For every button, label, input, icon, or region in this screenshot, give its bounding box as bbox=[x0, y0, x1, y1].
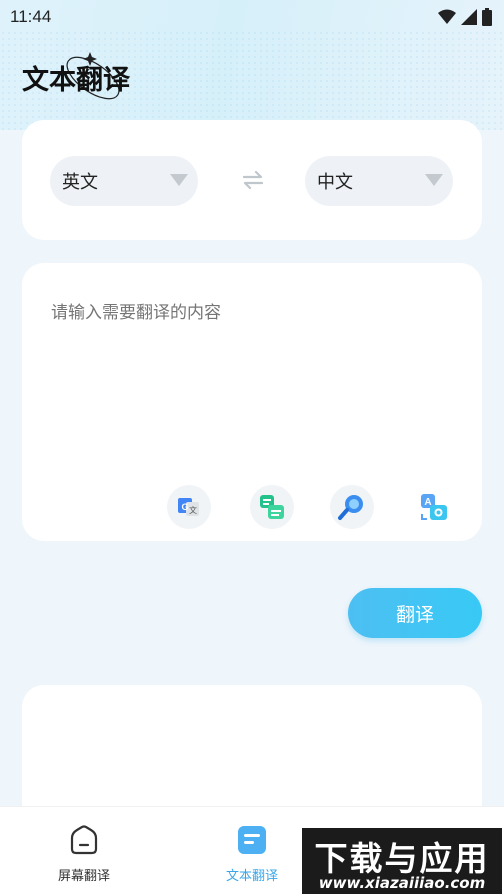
svg-text:G: G bbox=[181, 502, 188, 512]
search-button[interactable] bbox=[330, 485, 374, 529]
target-language-select[interactable]: 中文 bbox=[305, 156, 453, 206]
image-translate-icon: A bbox=[421, 494, 447, 520]
text-tab-icon bbox=[238, 826, 266, 854]
tab-text-translate-label: 文本翻译 bbox=[225, 869, 278, 884]
source-language-select[interactable]: 英文 bbox=[50, 156, 198, 206]
image-translate-button[interactable]: A bbox=[412, 485, 456, 529]
page-title: 文本翻译 bbox=[22, 65, 130, 96]
watermark: 下载与应用 www.xiazaiiiao.com bbox=[300, 826, 504, 896]
signal-icon bbox=[461, 9, 477, 25]
language-selector-card: 英文 中文 bbox=[22, 120, 482, 240]
search-icon bbox=[338, 495, 363, 520]
tab-screen-translate-label: 屏幕翻译 bbox=[57, 869, 110, 884]
status-time: 11:44 bbox=[10, 7, 52, 26]
input-card: G 文 A bbox=[22, 263, 482, 541]
tab-text-translate[interactable]: 文本翻译 bbox=[202, 825, 302, 884]
text-compare-button[interactable] bbox=[250, 485, 294, 529]
chevron-down-icon bbox=[170, 174, 188, 186]
translate-button[interactable]: 翻译 bbox=[348, 588, 482, 638]
target-language-label: 中文 bbox=[317, 172, 353, 193]
google-translate-icon: G 文 bbox=[178, 498, 199, 516]
output-card bbox=[22, 685, 482, 825]
chevron-down-icon bbox=[425, 174, 443, 186]
google-translate-button[interactable]: G 文 bbox=[167, 485, 211, 529]
swap-icon[interactable] bbox=[242, 170, 264, 190]
source-text-input[interactable] bbox=[51, 303, 451, 323]
battery-icon bbox=[482, 8, 492, 26]
watermark-brand: 下载与应用 bbox=[314, 839, 490, 878]
wifi-icon bbox=[438, 9, 456, 24]
text-compare-icon bbox=[260, 495, 284, 519]
status-icons bbox=[438, 8, 492, 26]
source-language-label: 英文 bbox=[62, 172, 98, 193]
home-tab-icon bbox=[70, 825, 98, 855]
tab-screen-translate[interactable]: 屏幕翻译 bbox=[34, 825, 134, 884]
status-bar: 11:44 bbox=[0, 0, 504, 34]
svg-text:文: 文 bbox=[189, 505, 197, 515]
watermark-url: www.xiazaiiiao.com bbox=[318, 874, 486, 892]
